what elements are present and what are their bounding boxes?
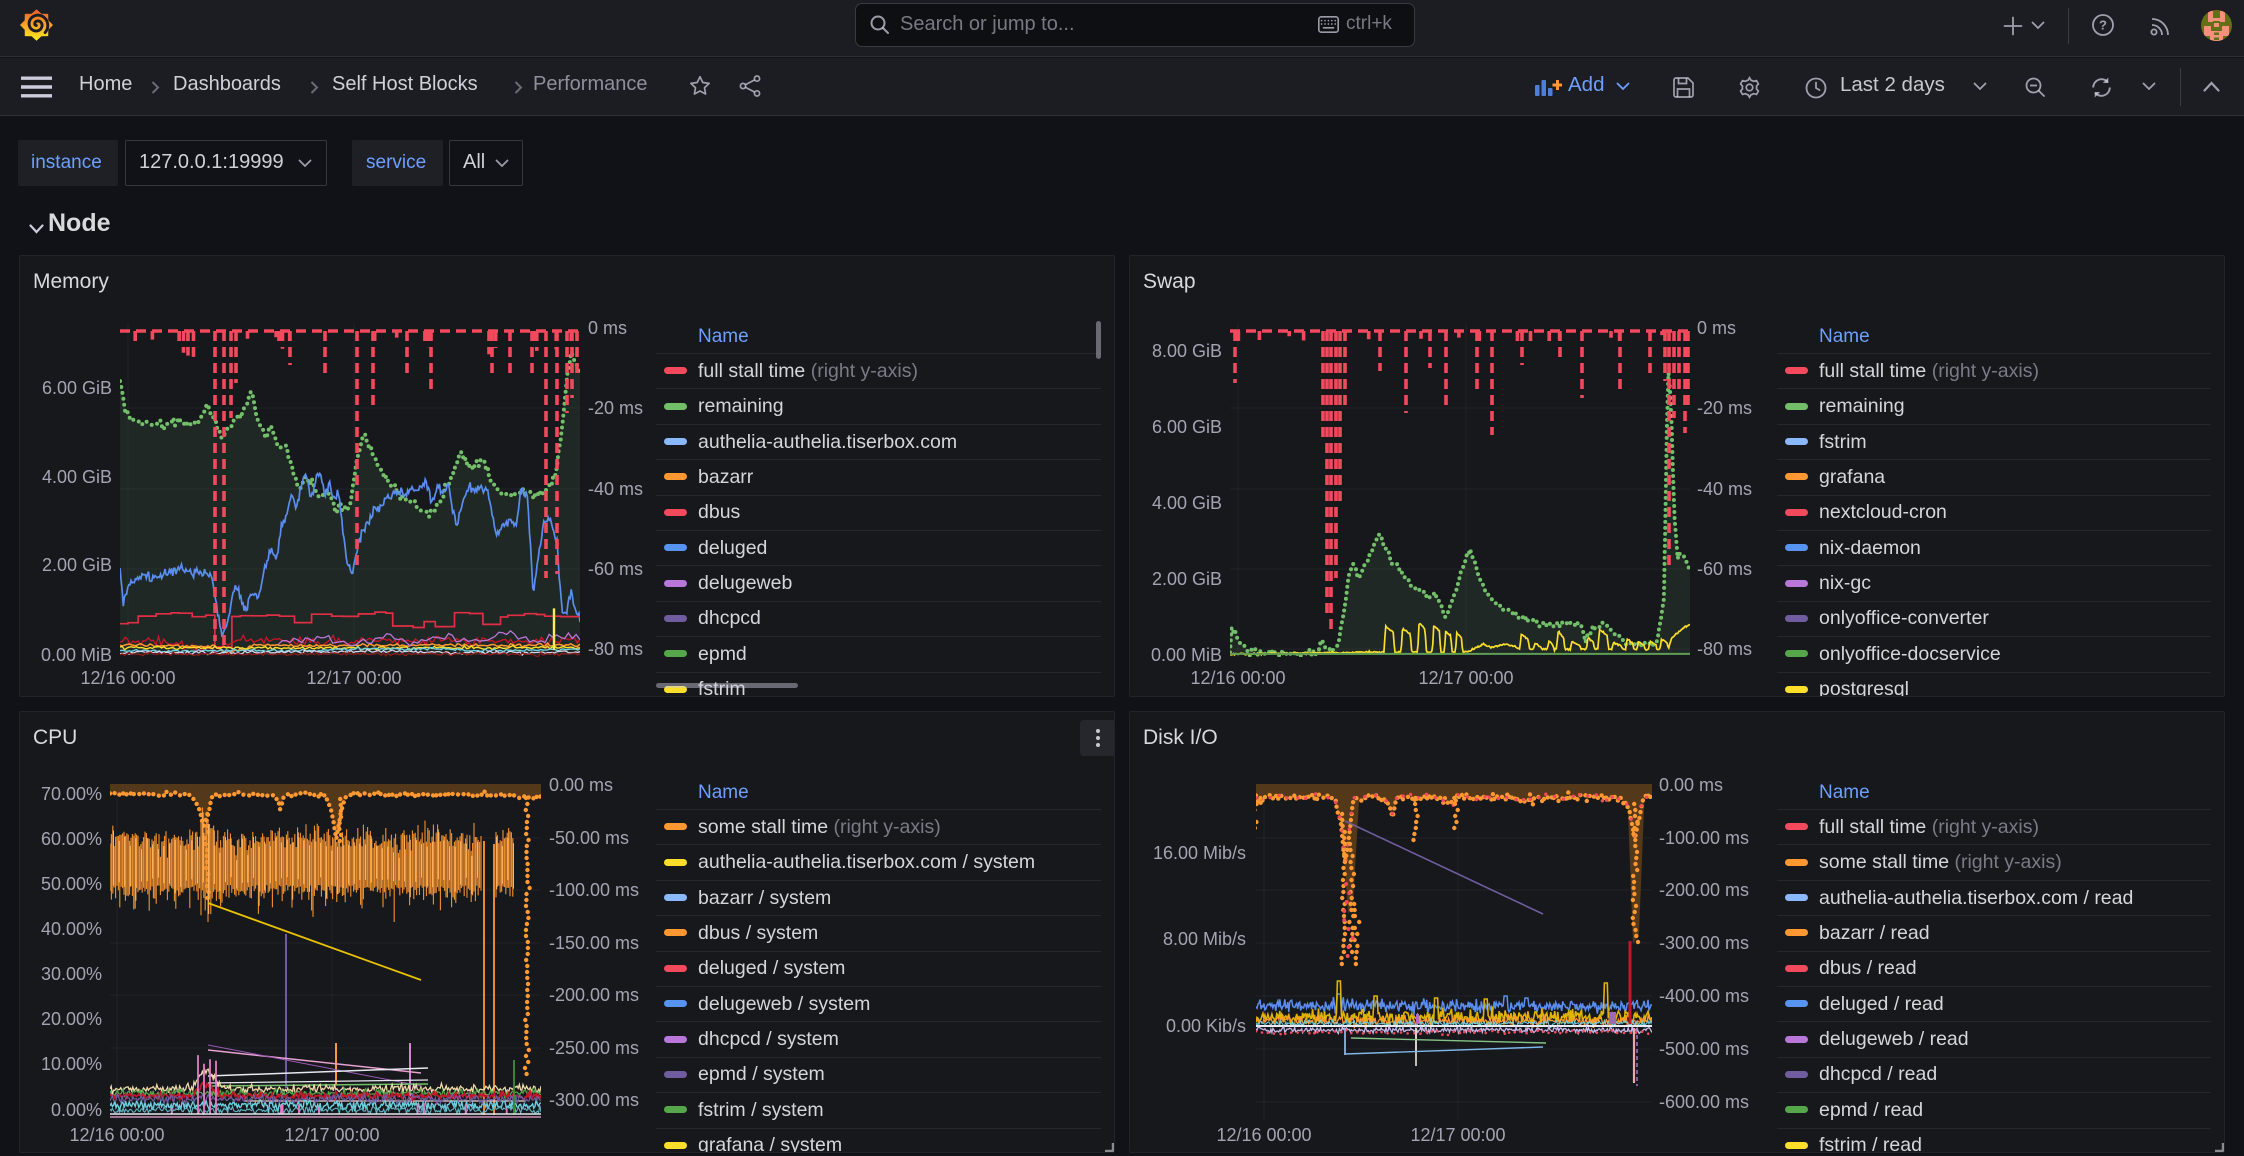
svg-text:?: ?	[2099, 18, 2107, 33]
